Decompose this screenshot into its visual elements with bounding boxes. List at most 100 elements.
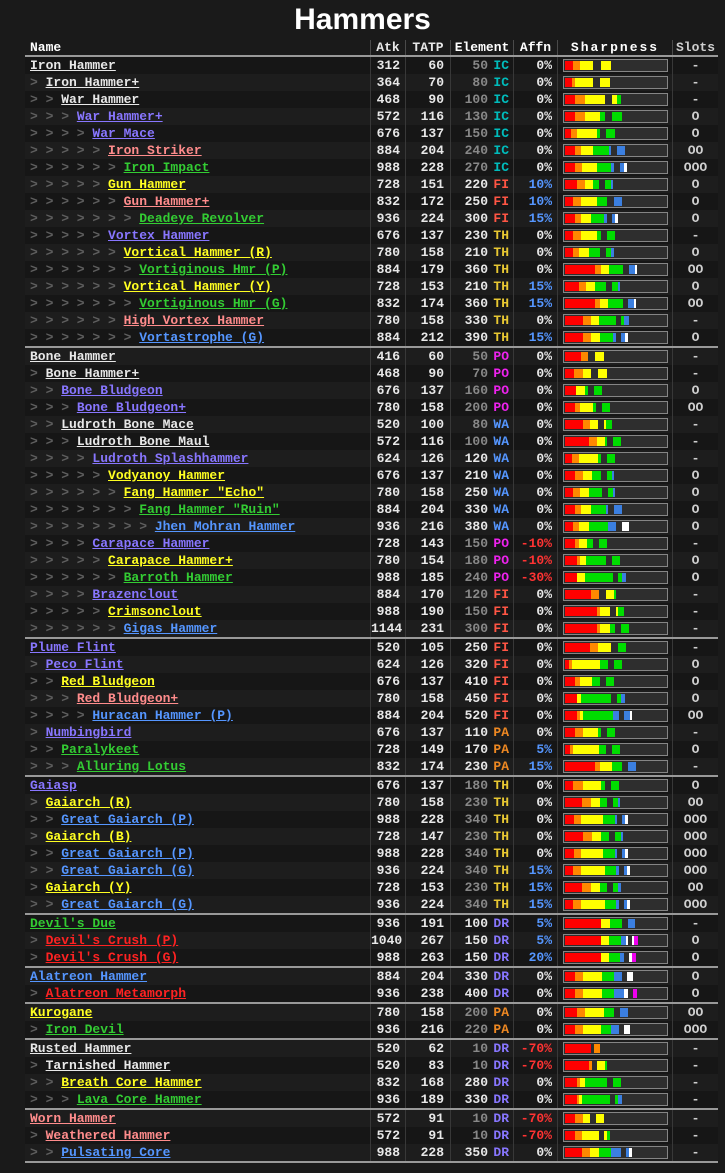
element-type: TH [493, 330, 509, 345]
sharpness-segment [564, 471, 575, 480]
weapon-link[interactable]: Alatreon Hammer [30, 969, 147, 984]
slots-value: - [672, 433, 718, 450]
weapon-link[interactable]: High Vortex Hammer [124, 313, 264, 328]
weapon-link[interactable]: Carapace Hammer [92, 536, 209, 551]
sharpness-segment [604, 866, 616, 875]
element-cell: 250 WA [450, 484, 513, 501]
sharpness-segment [604, 1061, 607, 1070]
sharpness-cell [557, 535, 672, 552]
weapon-link[interactable]: Iron Impact [124, 160, 210, 175]
weapon-link[interactable]: Gaiarch (Y) [46, 880, 132, 895]
weapon-link[interactable]: Gigas Hammer [124, 621, 218, 636]
weapon-link[interactable]: Paralykeet [61, 742, 139, 757]
sharpness-bar [562, 934, 668, 947]
weapon-link[interactable]: Barroth Hammer [124, 570, 233, 585]
weapon-name-cell: > > > > > Vortex Hammer [25, 227, 370, 244]
weapon-link[interactable]: Rusted Hammer [30, 1041, 131, 1056]
weapon-link[interactable]: Vortical Hammer (Y) [124, 279, 272, 294]
affinity-value: 0% [513, 365, 557, 382]
weapon-link[interactable]: Vortiginous Hmr (P) [139, 262, 287, 277]
weapon-link[interactable]: Breath Core Hammer [61, 1075, 201, 1090]
sharpness-segment [564, 1095, 577, 1104]
weapon-link[interactable]: Huracan Hammer (P) [92, 708, 232, 723]
weapon-link[interactable]: Gaiarch (R) [46, 795, 132, 810]
weapon-link[interactable]: Iron Striker [108, 143, 202, 158]
affinity-value: 0% [513, 1004, 557, 1021]
weapon-link[interactable]: Brazenclout [92, 587, 178, 602]
weapon-link[interactable]: Great Gaiarch (P) [61, 812, 194, 827]
weapon-link[interactable]: Vodyanoy Hammer [108, 468, 225, 483]
sharpness-segment [580, 900, 605, 909]
weapon-link[interactable]: Vortical Hammer (R) [124, 245, 272, 260]
weapon-link[interactable]: Numbingbird [46, 725, 132, 740]
column-header-name: Name [30, 40, 62, 55]
weapon-link[interactable]: Weathered Hammer [46, 1128, 171, 1143]
weapon-link[interactable]: Bone Bludgeon [61, 383, 162, 398]
weapon-link[interactable]: Worn Hammer [30, 1111, 116, 1126]
weapon-link[interactable]: Vortex Hammer [108, 228, 209, 243]
weapon-link[interactable]: Gun Hammer+ [124, 194, 210, 209]
sharpness-segment [580, 866, 605, 875]
sharpness-segment [582, 989, 602, 998]
attack-value: 832 [370, 758, 405, 775]
weapon-link[interactable]: Red Bludgeon+ [77, 691, 178, 706]
sharpness-segment [574, 112, 585, 121]
sharpness-segment [608, 936, 621, 945]
attack-value: 936 [370, 518, 405, 535]
weapon-link[interactable]: Tarnished Hammer [46, 1058, 171, 1073]
weapon-link[interactable]: Devil's Due [30, 916, 116, 931]
weapon-link[interactable]: Deadeye Revolver [139, 211, 264, 226]
weapon-link[interactable]: Lava Core Hammer [77, 1092, 202, 1107]
weapon-link[interactable]: Red Bludgeon [61, 674, 155, 689]
weapon-link[interactable]: Devil's Crush (G) [46, 950, 179, 965]
weapon-link[interactable]: Ludroth Bone Maul [77, 434, 210, 449]
weapon-link[interactable]: Kurogane [30, 1005, 92, 1020]
sharpness-segment [588, 248, 600, 257]
weapon-link[interactable]: Bone Hammer [30, 349, 116, 364]
element-value: 150 [464, 950, 488, 965]
tree-indent: > > > > > > [30, 570, 124, 585]
weapon-link[interactable]: Great Gaiarch (G) [61, 897, 194, 912]
weapon-link[interactable]: Jhen Mohran Hammer [155, 519, 295, 534]
weapon-link[interactable]: Vortiginous Hmr (G) [139, 296, 287, 311]
weapon-link[interactable]: Gaiasp [30, 778, 77, 793]
affinity-value: 0% [513, 74, 557, 91]
element-cell: 210 TH [450, 278, 513, 295]
weapon-link[interactable]: Fang Hammer "Ruin" [139, 502, 279, 517]
weapon-name-cell: > > > > > Gun Hammer [25, 176, 370, 193]
sharpness-cell [557, 1127, 672, 1144]
weapon-link[interactable]: Alatreon Metamorph [46, 986, 186, 1001]
weapon-link[interactable]: War Hammer [61, 92, 139, 107]
weapon-link[interactable]: Ludroth Splashhammer [92, 451, 248, 466]
weapon-link[interactable]: War Hammer+ [77, 109, 163, 124]
tatp-value: 168 [405, 1074, 450, 1091]
weapon-link[interactable]: Iron Devil [46, 1022, 124, 1037]
weapon-link[interactable]: Bone Bludgeon+ [77, 400, 186, 415]
tatp-value: 231 [405, 620, 450, 637]
weapon-link[interactable]: Great Gaiarch (G) [61, 863, 194, 878]
weapon-link[interactable]: Plume Flint [30, 640, 116, 655]
weapon-link[interactable]: Iron Hammer+ [46, 75, 140, 90]
weapon-link[interactable]: Bone Hammer+ [46, 366, 140, 381]
tree-indent: > [30, 366, 46, 381]
weapon-link[interactable]: Alluring Lotus [77, 759, 186, 774]
weapon-link[interactable]: Gaiarch (B) [46, 829, 132, 844]
weapon-link[interactable]: Fang Hammer "Echo" [124, 485, 264, 500]
weapon-link[interactable]: Devil's Crush (P) [46, 933, 179, 948]
weapon-link[interactable]: Great Gaiarch (P) [61, 846, 194, 861]
element-value: 100 [464, 92, 488, 107]
weapon-link[interactable]: Ludroth Bone Mace [61, 417, 194, 432]
weapon-link[interactable]: Pulsating Core [61, 1145, 170, 1160]
weapon-link[interactable]: Crimsonclout [108, 604, 202, 619]
element-cell: 360 TH [450, 261, 513, 278]
weapon-link[interactable]: Vortastrophe (G) [139, 330, 264, 345]
weapon-link[interactable]: Iron Hammer [30, 58, 116, 73]
sharpness-segment [589, 420, 598, 429]
weapon-link[interactable]: Peco Flint [46, 657, 124, 672]
weapon-name-cell: > Gaiarch (B) [25, 828, 370, 845]
tatp-value: 158 [405, 690, 450, 707]
weapon-link[interactable]: Carapace Hammer+ [108, 553, 233, 568]
sharpness-bar [562, 367, 668, 380]
weapon-link[interactable]: Gun Hammer [108, 177, 186, 192]
weapon-link[interactable]: War Mace [92, 126, 154, 141]
